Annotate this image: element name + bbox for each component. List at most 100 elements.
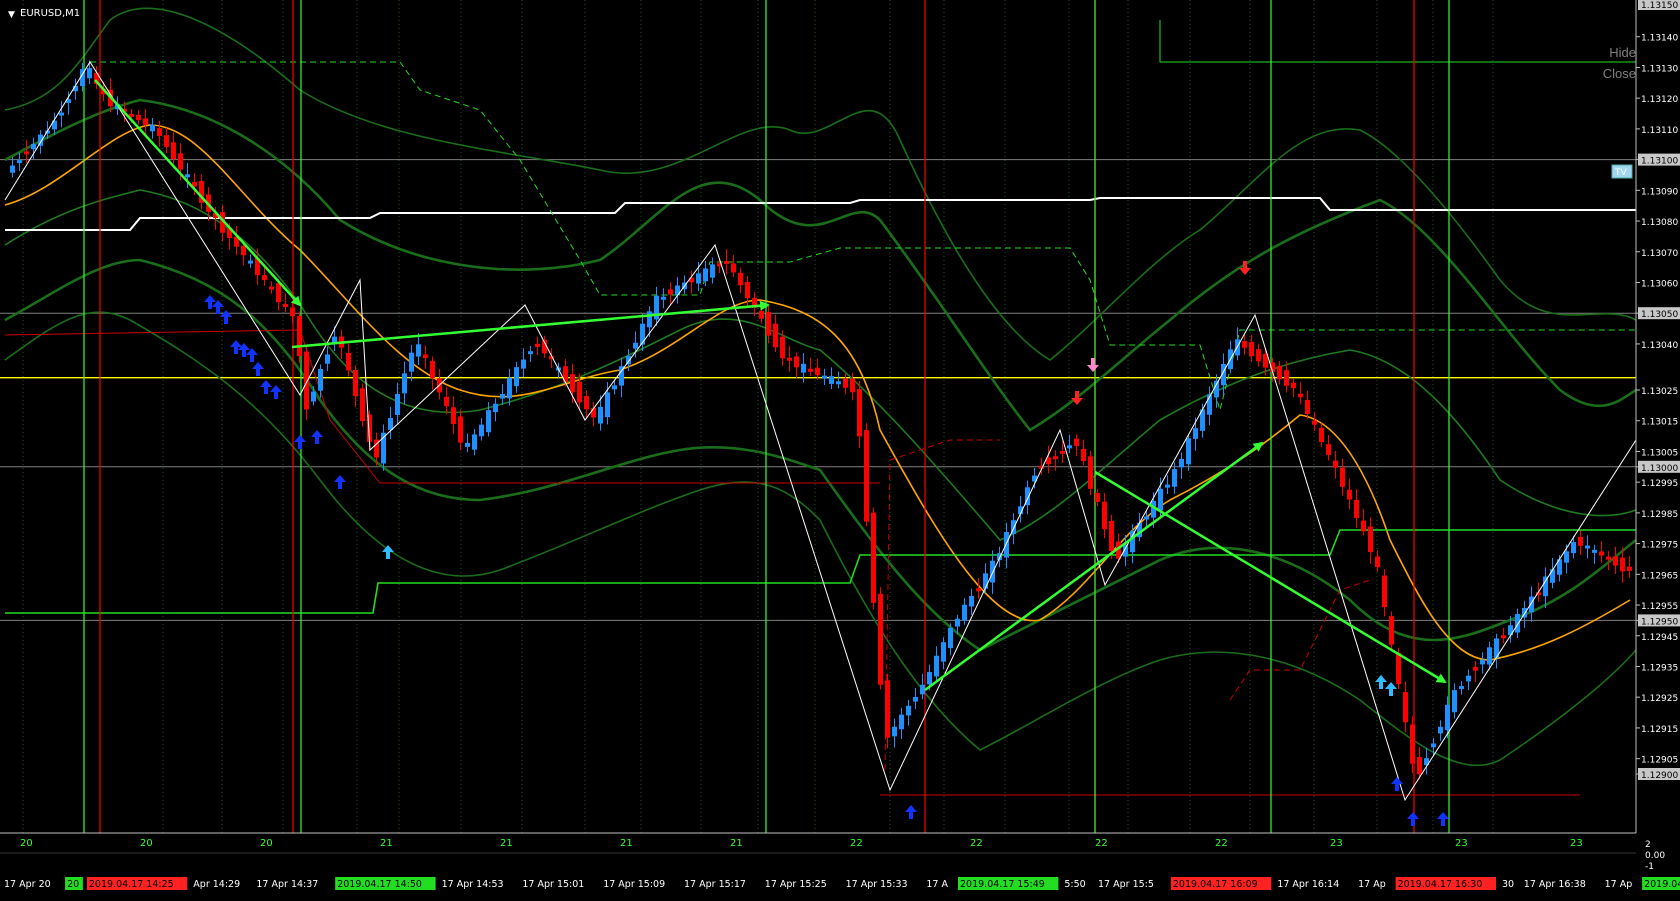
price-tick-label: 1.13140 bbox=[1641, 34, 1678, 44]
candle-body bbox=[647, 311, 652, 328]
candle-body bbox=[514, 367, 519, 387]
candle-body bbox=[808, 368, 813, 372]
candle-body bbox=[535, 343, 540, 347]
price-tick-label: 1.13005 bbox=[1641, 448, 1678, 458]
candle-body bbox=[759, 310, 764, 319]
chart-window[interactable]: 1.13140 1.13130 1.13120 1.13110 1.13100 1.130… bbox=[0, 0, 1680, 897]
time-tick-label: 2019.04.17 16:30 bbox=[1398, 879, 1483, 890]
close-button[interactable]: Close bbox=[1603, 66, 1636, 81]
hour-label: 21 bbox=[500, 838, 513, 849]
candle-body bbox=[1515, 613, 1520, 633]
candle-body bbox=[612, 385, 617, 390]
candle-body bbox=[458, 416, 463, 443]
candle-body bbox=[843, 378, 848, 388]
candle-body bbox=[472, 434, 477, 450]
price-top-label: 1.13150 bbox=[1641, 1, 1678, 11]
candle-body bbox=[1053, 456, 1058, 460]
candle-body bbox=[1242, 341, 1247, 348]
candle-body bbox=[1284, 370, 1289, 386]
candle-body bbox=[1193, 428, 1198, 439]
time-tick-label: 17 Apr 14:37 bbox=[256, 879, 318, 890]
time-tick-label: 17 Ap bbox=[1605, 879, 1633, 890]
candle-body bbox=[353, 370, 358, 397]
hour-label: 21 bbox=[730, 838, 743, 849]
candle-body bbox=[262, 275, 267, 280]
candle-body bbox=[1571, 542, 1576, 554]
candle-body bbox=[241, 245, 246, 256]
candle-body bbox=[1403, 692, 1408, 723]
candle-body bbox=[416, 344, 421, 357]
hour-label: 22 bbox=[1215, 838, 1228, 849]
candle-body bbox=[878, 593, 883, 685]
candle-body bbox=[1361, 520, 1366, 532]
time-tick-label: 17 Apr 20 bbox=[4, 879, 51, 890]
candle-body bbox=[185, 174, 190, 178]
price-tick-label: 1.13130 bbox=[1641, 64, 1678, 74]
time-tick-label: 2019.04.17 16:09 bbox=[1173, 879, 1258, 890]
candle-body bbox=[948, 627, 953, 649]
candle-body bbox=[1529, 596, 1534, 613]
time-tick-label: 5:50 bbox=[1064, 879, 1085, 890]
candle-body bbox=[577, 381, 582, 403]
sub-window-tick: 2 bbox=[1645, 840, 1651, 850]
price-tick-label: 1.13120 bbox=[1641, 95, 1678, 105]
candle-body bbox=[1319, 427, 1324, 443]
candle-body bbox=[710, 264, 715, 278]
candle-body bbox=[1480, 659, 1485, 665]
candle-body bbox=[1165, 484, 1170, 488]
candle-body bbox=[1186, 438, 1191, 465]
price-tick-label: 1.13090 bbox=[1641, 187, 1678, 197]
candle-body bbox=[409, 352, 414, 372]
candle-body bbox=[906, 705, 911, 716]
candle-body bbox=[1179, 459, 1184, 468]
candle-body bbox=[269, 286, 274, 290]
price-tick-label: 1.12995 bbox=[1641, 479, 1678, 489]
candle-body bbox=[1375, 556, 1380, 568]
candle-body bbox=[605, 392, 610, 418]
candle-body bbox=[913, 696, 918, 702]
candle-body bbox=[584, 396, 589, 410]
time-tick-label: 17 A bbox=[926, 879, 948, 890]
candle-body bbox=[990, 560, 995, 583]
hour-label: 23 bbox=[1570, 838, 1583, 849]
candle-body bbox=[1088, 456, 1093, 489]
candle-body bbox=[388, 418, 393, 430]
time-tick-label: 2019.04.17 14:50 bbox=[337, 879, 422, 890]
candle-body bbox=[360, 388, 365, 422]
candle-body bbox=[17, 160, 22, 164]
candle-body bbox=[1102, 501, 1107, 530]
candle-body bbox=[1144, 516, 1149, 520]
candle-body bbox=[136, 114, 141, 121]
candle-body bbox=[171, 142, 176, 160]
candle-body bbox=[1060, 450, 1065, 454]
candle-body bbox=[1613, 556, 1618, 566]
candle-body bbox=[640, 323, 645, 345]
price-tick-label: 1.13025 bbox=[1641, 387, 1678, 397]
candle-body bbox=[318, 369, 323, 391]
hide-button[interactable]: Hide bbox=[1609, 45, 1636, 60]
candle-body bbox=[822, 375, 827, 379]
candle-body bbox=[1620, 557, 1625, 572]
candle-body bbox=[297, 316, 302, 357]
candle-body bbox=[1501, 635, 1506, 639]
candle-body bbox=[276, 283, 281, 303]
price-chart[interactable]: 1.13140 1.13130 1.13120 1.13110 1.13100 1.130… bbox=[0, 0, 1680, 897]
candle-body bbox=[304, 351, 309, 410]
candle-body bbox=[1095, 492, 1100, 503]
candle-body bbox=[1291, 382, 1296, 389]
price-tick-label: 1.12950 bbox=[1641, 617, 1678, 627]
candle-body bbox=[451, 407, 456, 425]
candle-body bbox=[248, 260, 253, 264]
candle-body bbox=[1606, 556, 1611, 560]
candle-body bbox=[430, 361, 435, 378]
price-tick-label: 1.13060 bbox=[1641, 279, 1678, 289]
candle-body bbox=[1445, 704, 1450, 731]
price-tick-label: 1.13100 bbox=[1641, 157, 1678, 167]
candle-body bbox=[395, 394, 400, 415]
time-tick-label: 17 Apr 15:01 bbox=[522, 879, 584, 890]
candle-body bbox=[1347, 489, 1352, 500]
candle-body bbox=[1389, 616, 1394, 645]
price-tick-label: 1.12945 bbox=[1641, 633, 1678, 643]
time-tick-label: 17 Apr 16:38 bbox=[1524, 879, 1586, 890]
price-tick-label: 1.12900 bbox=[1641, 771, 1678, 781]
